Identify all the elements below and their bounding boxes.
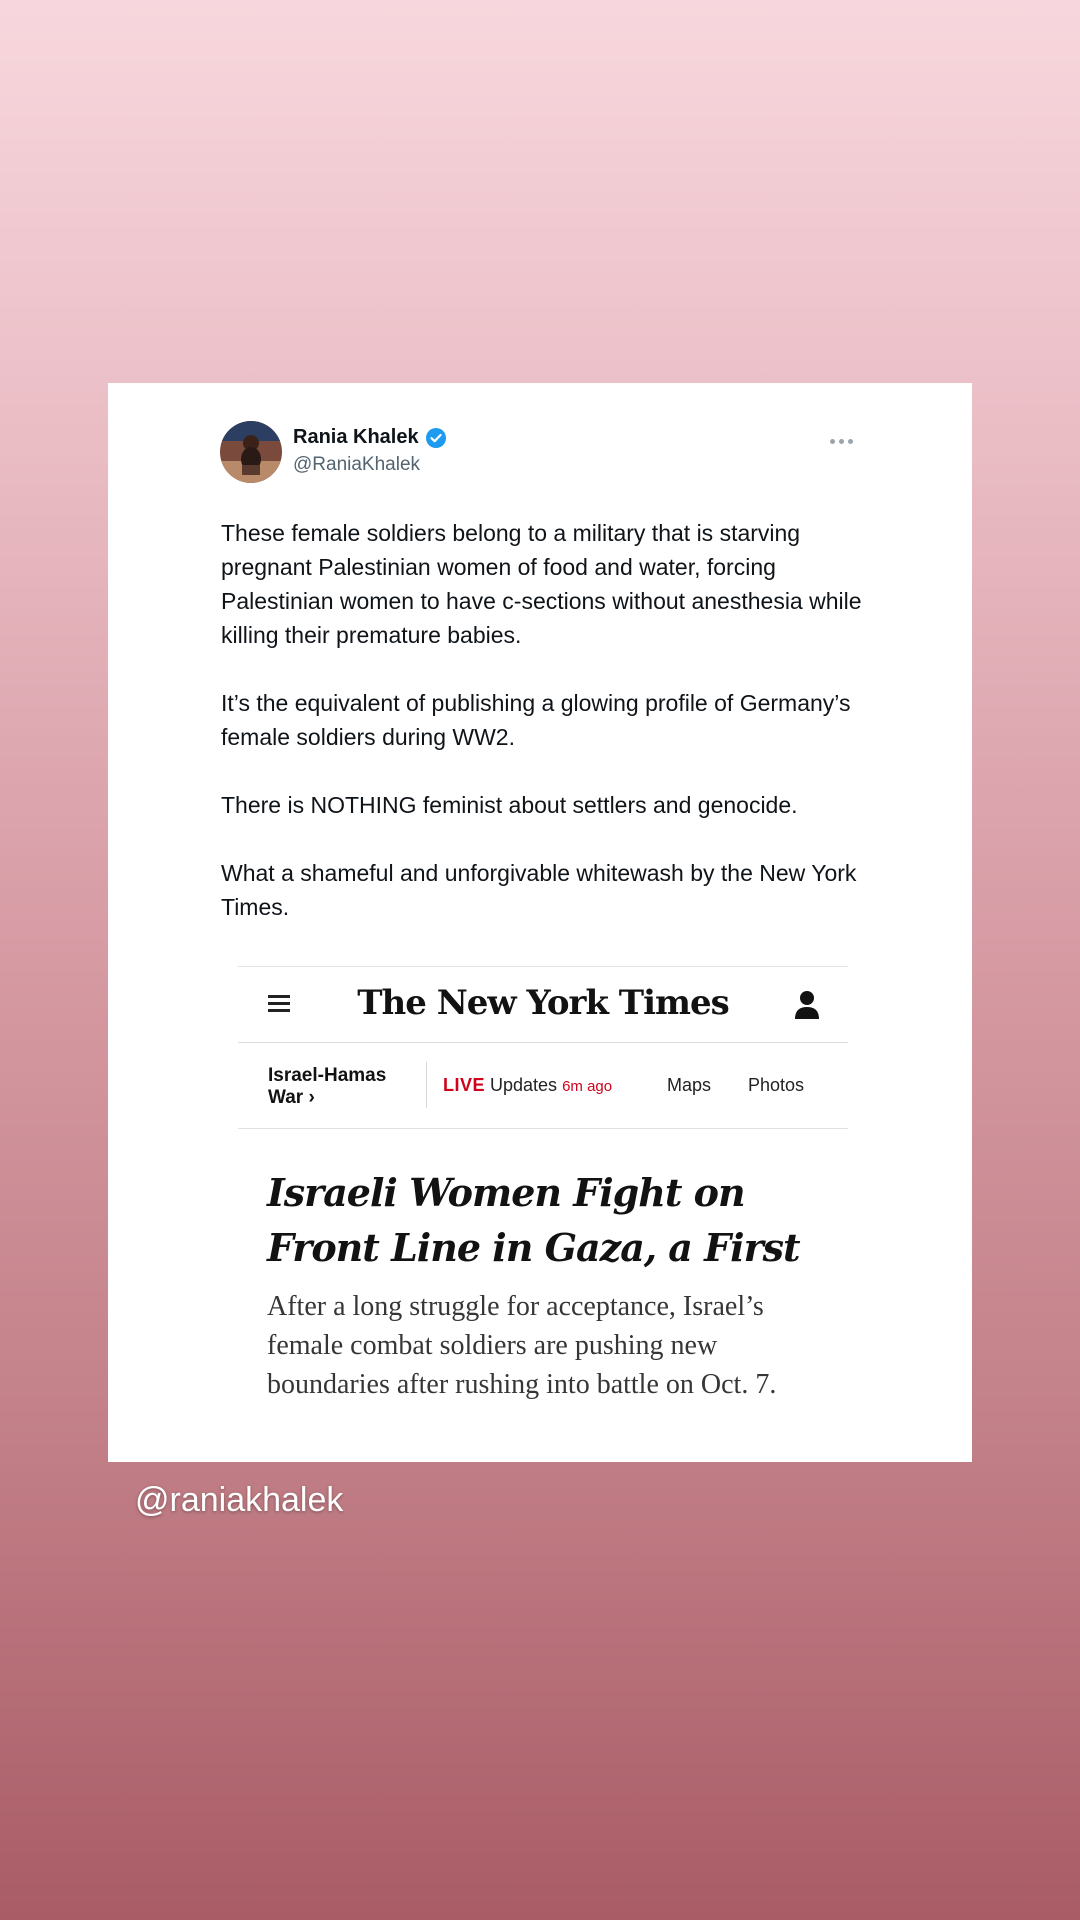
nyt-logo: The New York Times xyxy=(357,983,730,1023)
avatar[interactable] xyxy=(220,421,282,483)
tweet-paragraph: There is NOTHING feminist about settlers… xyxy=(221,792,798,818)
live-tag: LIVE xyxy=(443,1075,486,1095)
nav-live-updates: LIVE Updates 6m ago xyxy=(443,1075,612,1096)
author-name-row[interactable]: Rania Khalek xyxy=(293,426,447,449)
nav-maps: Maps xyxy=(667,1075,712,1095)
more-options-icon[interactable] xyxy=(830,435,858,447)
updates-label: Updates xyxy=(490,1075,558,1095)
nyt-section-nav: Israel-Hamas War › LIVE Updates 6m ago Map… xyxy=(238,1042,848,1129)
account-icon xyxy=(794,989,820,1021)
story-mention-caption[interactable]: @raniakhalek xyxy=(135,1481,343,1520)
verified-badge-icon xyxy=(425,427,447,449)
nyt-header: The New York Times xyxy=(238,966,848,1043)
tweet-paragraph: What a shameful and unforgivable whitewa… xyxy=(221,860,857,920)
author-handle[interactable]: @RaniaKhalek xyxy=(293,454,420,476)
author-name[interactable]: Rania Khalek xyxy=(293,426,419,449)
tweet-card[interactable]: Rania Khalek @RaniaKhalek These female s… xyxy=(108,383,972,1462)
article-headline: Israeli Women Fight on Front Line in Gaz… xyxy=(267,1170,801,1270)
tweet-paragraph: These female soldiers belong to a milita… xyxy=(221,520,862,648)
updated-time-ago: 6m ago xyxy=(562,1078,613,1095)
nav-section-israel-hamas-war: Israel-Hamas War › xyxy=(268,1065,387,1108)
article-summary: After a long struggle for acceptance, Is… xyxy=(267,1291,777,1400)
nav-divider xyxy=(426,1062,427,1108)
nav-photos: Photos xyxy=(748,1075,805,1095)
tweet-paragraph: It’s the equivalent of publishing a glow… xyxy=(221,690,851,750)
tweet-text: These female soldiers belong to a milita… xyxy=(221,516,871,958)
